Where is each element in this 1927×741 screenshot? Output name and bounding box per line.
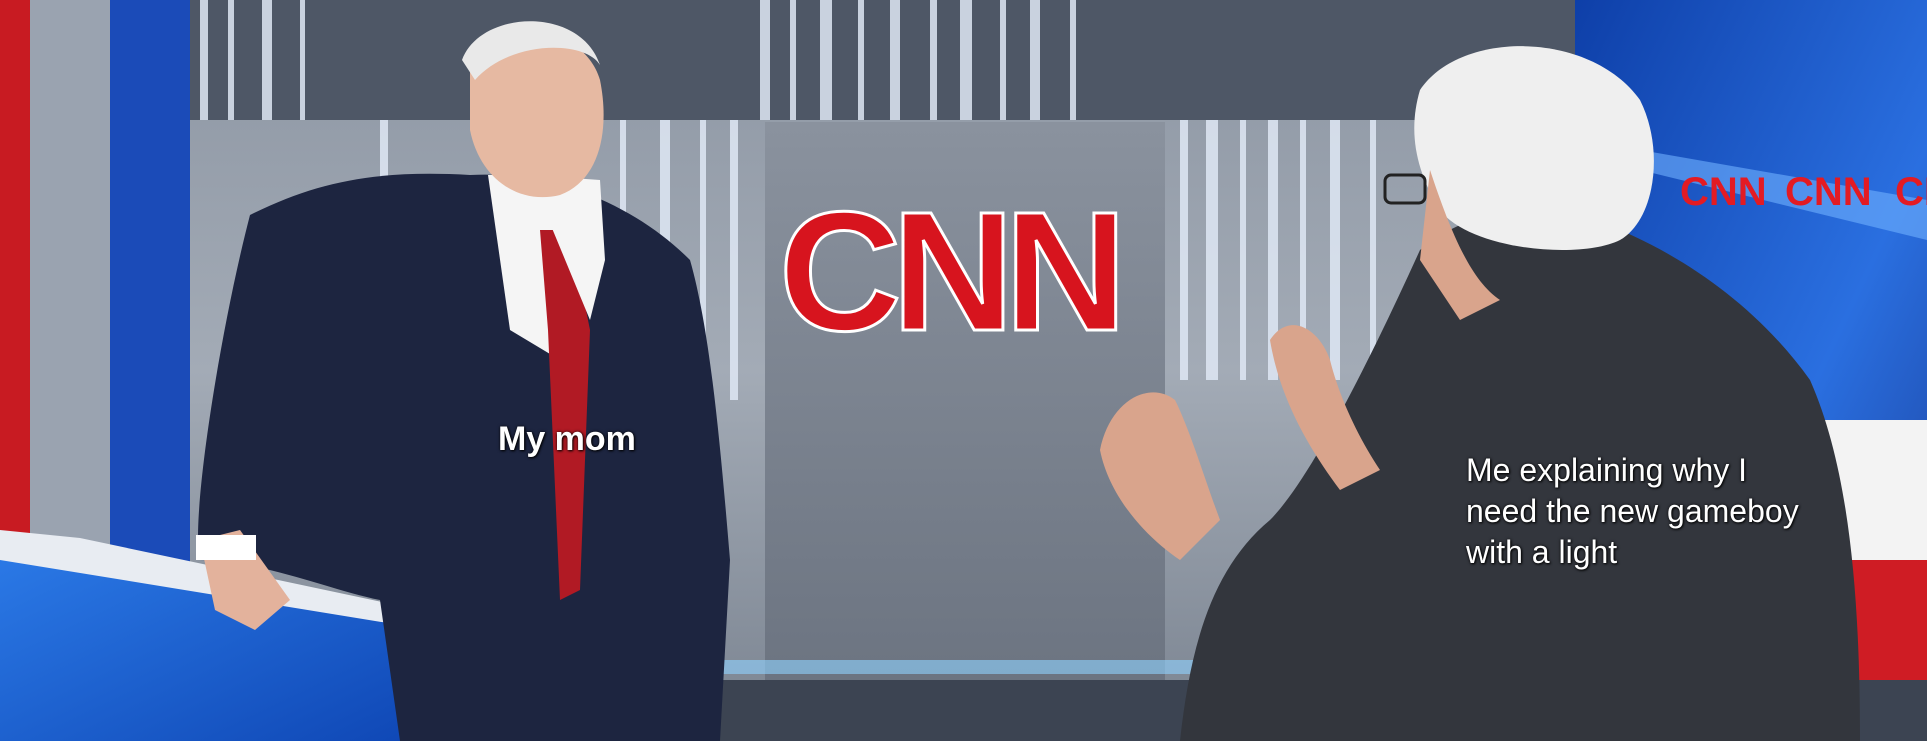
screen-logo-2: CNN [1785, 170, 1872, 214]
caption-explaining: Me explaining why I need the new gameboy… [1466, 452, 1799, 570]
screen-logo-1: CNN [1680, 170, 1767, 214]
studio-scene: CNN CNN CNN CNN [0, 0, 1927, 741]
caption-my-mom: My mom [498, 420, 636, 458]
cnn-logo: CNN [779, 177, 1117, 367]
screen-logo-3: CNN [1895, 170, 1927, 214]
meme-image: CNN CNN CNN CNN My mom Me explaining why… [0, 0, 1927, 741]
